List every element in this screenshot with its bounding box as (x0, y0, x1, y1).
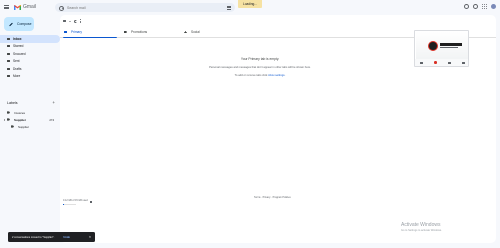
watermark-title: Activate Windows (401, 222, 441, 228)
search-options-icon[interactable] (227, 6, 231, 10)
label-item-text: Supplier (18, 124, 30, 129)
storage-bar (63, 204, 76, 205)
compose-label: Compose (17, 22, 32, 26)
label-item-text: Invoices (14, 110, 26, 115)
camera-icon[interactable] (420, 61, 424, 64)
sidebar: Compose Inbox Starred Snoozed Sent Draft… (0, 15, 60, 248)
labels-list: Invoices Supplier 274 Supplier (0, 109, 60, 130)
app-name: Gmail (23, 4, 37, 10)
sidebar-item-label: Snoozed (13, 51, 26, 56)
label-icon (11, 125, 14, 128)
empty-state-link-line: To add or remove tabs click inbox settin… (160, 74, 360, 77)
account-avatar[interactable] (491, 4, 496, 9)
snackbar-message: 2 conversations moved to "Supplier". (12, 235, 55, 239)
storage-block: 0.12 GB of 15 GB used (63, 199, 88, 205)
label-item-supplier-sublabel[interactable]: Supplier (0, 123, 60, 130)
inbox-icon (7, 37, 10, 40)
empty-state-link-suffix: . (284, 74, 286, 77)
label-item-invoices[interactable]: Invoices (0, 109, 60, 116)
video-title-graphic (440, 43, 462, 46)
label-item-supplier[interactable]: Supplier 274 (0, 116, 60, 123)
sidebar-item-sent[interactable]: Sent (0, 58, 60, 66)
sidebar-item-label: Starred (13, 44, 24, 49)
label-unread-count: 274 (49, 117, 54, 122)
sidebar-item-more[interactable]: More (0, 73, 60, 81)
compose-button[interactable]: Compose (4, 17, 34, 31)
tab-label: Primary (71, 30, 82, 34)
empty-state-title: Your Primary tab is empty. (240, 57, 280, 61)
send-icon (7, 60, 10, 63)
video-preview-window[interactable] (414, 30, 469, 67)
label-icon (7, 118, 10, 121)
label-item-text: Supplier (14, 117, 27, 122)
more-options-icon[interactable] (79, 19, 81, 23)
sidebar-item-label: Drafts (13, 66, 22, 71)
sidebar-item-starred[interactable]: Starred (0, 43, 60, 51)
sidebar-nav: Inbox Starred Snoozed Sent Drafts More (0, 35, 60, 80)
storage-text: 0.12 GB of 15 GB used (63, 199, 88, 202)
snackbar: 2 conversations moved to "Supplier". Und… (8, 232, 95, 242)
close-icon[interactable]: × (89, 235, 91, 239)
top-bar: Gmail Loading... (0, 0, 500, 15)
search-bar[interactable] (55, 3, 235, 12)
tab-label: Social (191, 30, 200, 34)
pencil-icon (9, 22, 13, 26)
sidebar-item-drafts[interactable]: Drafts (0, 65, 60, 73)
sidebar-item-label: Inbox (13, 36, 22, 41)
labels-heading-text: Labels (7, 101, 18, 105)
main-menu-icon[interactable] (4, 5, 9, 9)
watermark-subtitle: Go to Settings to activate Windows. (401, 229, 442, 232)
top-right-icons (464, 4, 496, 9)
refresh-icon[interactable] (73, 19, 77, 23)
tab-label: Promotions (131, 30, 148, 34)
undo-button[interactable]: Undo (63, 236, 70, 239)
star-icon (7, 45, 10, 48)
loading-indicator: Loading... (238, 0, 262, 8)
empty-state-link-prefix: To add or remove tabs click (234, 74, 269, 77)
storage-info: 0.12 GB of 15 GB used (63, 199, 92, 205)
video-frame (416, 32, 468, 61)
google-apps-icon[interactable] (482, 4, 487, 9)
storage-bar-fill (63, 204, 64, 205)
footer-links[interactable]: Terms · Privacy · Program Policies (254, 196, 291, 199)
chevron-down-icon (7, 75, 10, 78)
add-label-icon[interactable]: + (52, 100, 55, 105)
activate-windows-watermark: Activate Windows Go to Settings to activ… (401, 222, 442, 232)
tab-promotions[interactable]: Promotions (120, 26, 180, 38)
more-icon[interactable] (461, 61, 465, 64)
channel-logo-icon (428, 41, 438, 51)
inbox-settings-link[interactable]: inbox settings (268, 74, 284, 77)
video-controls (415, 59, 468, 66)
open-in-new-icon[interactable] (89, 200, 92, 203)
sidebar-item-snoozed[interactable]: Snoozed (0, 50, 60, 58)
tab-social[interactable]: Social (180, 26, 240, 38)
select-options-caret-icon[interactable] (68, 20, 71, 22)
inbox-icon (64, 30, 67, 34)
label-icon (7, 111, 10, 114)
record-icon[interactable] (434, 61, 437, 64)
sidebar-item-label: More (13, 74, 21, 79)
empty-state-description: Personal messages and messages that don'… (209, 66, 311, 69)
empty-state: Your Primary tab is empty. Personal mess… (160, 57, 360, 77)
sidebar-item-inbox[interactable]: Inbox (0, 35, 60, 43)
expand-caret-icon[interactable] (3, 118, 5, 121)
draft-icon (7, 67, 10, 70)
tab-primary[interactable]: Primary (60, 26, 120, 38)
labels-heading: Labels + (7, 100, 55, 105)
gmail-logo[interactable]: Gmail (14, 4, 36, 11)
people-icon (184, 30, 187, 34)
gmail-m-icon (14, 5, 21, 10)
sidebar-item-label: Sent (13, 59, 20, 64)
mail-toolbar (63, 18, 81, 24)
clock-icon (7, 52, 10, 55)
search-input[interactable] (67, 5, 217, 10)
video-subtitle-graphic (440, 46, 458, 49)
microphone-icon[interactable] (447, 61, 451, 64)
support-icon[interactable] (464, 4, 469, 9)
search-icon[interactable] (59, 5, 64, 11)
select-all-checkbox[interactable] (63, 19, 66, 23)
settings-icon[interactable] (473, 4, 478, 9)
tag-icon (124, 30, 127, 34)
